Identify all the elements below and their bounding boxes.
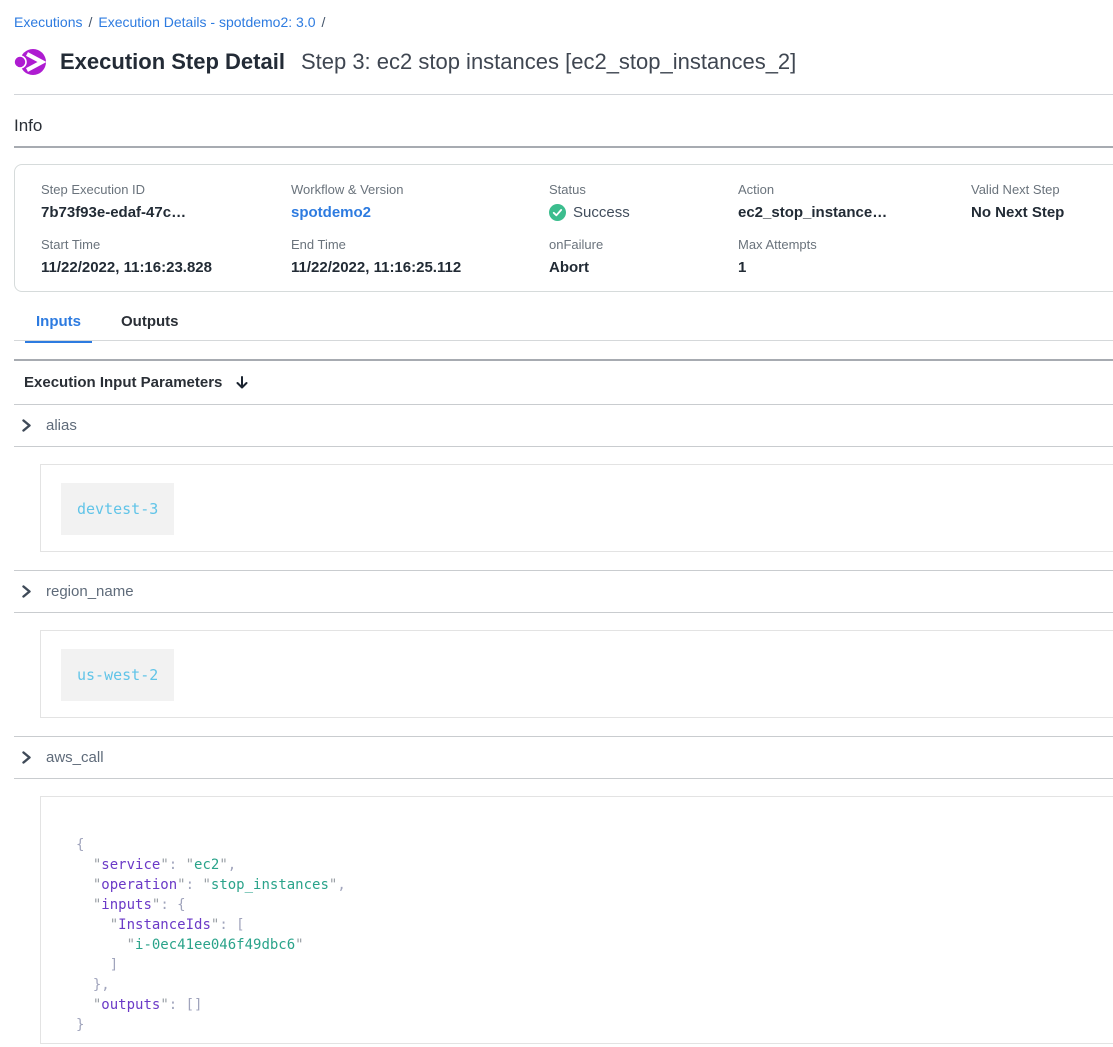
breadcrumb-separator: / <box>88 14 92 30</box>
param-value-box-alias: devtest-3 <box>40 464 1113 552</box>
field-value: 11/22/2022, 11:16:25.112 <box>291 259 549 276</box>
code-line: { <box>76 835 1113 855</box>
field-label: End Time <box>291 237 549 252</box>
tab-bar: Inputs Outputs <box>25 313 1113 341</box>
info-section-title: Info <box>0 116 1113 136</box>
page-subtitle: Step 3: ec2 stop instances [ec2_stop_ins… <box>301 49 796 75</box>
params-divider <box>14 446 1113 447</box>
param-value-box-region-name: us-west-2 <box>40 630 1113 718</box>
code-line: "InstanceIds": [ <box>76 915 1113 935</box>
field-label: Workflow & Version <box>291 182 549 197</box>
field-value: 11/22/2022, 11:16:23.828 <box>41 259 291 276</box>
breadcrumb-link-execution-details[interactable]: Execution Details - spotdemo2: 3.0 <box>98 14 315 30</box>
download-arrow-icon[interactable] <box>234 375 250 391</box>
status-badge: Success <box>549 204 738 221</box>
breadcrumb-separator: / <box>322 14 326 30</box>
code-line: "inputs": { <box>76 895 1113 915</box>
field-value: Abort <box>549 259 738 276</box>
info-card: Step Execution ID 7b73f93e-edaf-47c… Wor… <box>14 164 1113 292</box>
breadcrumb: Executions / Execution Details - spotdemo2… <box>0 14 1113 30</box>
code-line: "i-0ec41ee046f49dbc6" <box>76 935 1113 955</box>
field-end-time: End Time 11/22/2022, 11:16:25.112 <box>291 237 549 276</box>
code-line: }, <box>76 975 1113 995</box>
tab-bar-baseline <box>14 340 1113 341</box>
chevron-right-icon <box>20 585 33 598</box>
param-name: alias <box>46 417 77 434</box>
field-label: onFailure <box>549 237 738 252</box>
field-label: Status <box>549 182 738 197</box>
param-name: aws_call <box>46 749 104 766</box>
params-divider <box>14 778 1113 779</box>
field-step-execution-id: Step Execution ID 7b73f93e-edaf-47c… <box>41 182 291 221</box>
page-header: Execution Step Detail Step 3: ec2 stop i… <box>0 47 1113 77</box>
field-label: Valid Next Step <box>971 182 1113 197</box>
params-divider <box>14 612 1113 613</box>
field-workflow-version: Workflow & Version spotdemo2 <box>291 182 549 221</box>
workflow-link[interactable]: spotdemo2 <box>291 204 549 221</box>
code-line: "outputs": [] <box>76 995 1113 1015</box>
param-row-aws-call[interactable]: aws_call <box>0 737 1113 778</box>
param-row-region-name[interactable]: region_name <box>0 571 1113 612</box>
code-line: } <box>76 1015 1113 1035</box>
execution-input-parameters-header: Execution Input Parameters <box>0 361 1113 404</box>
field-action: Action ec2_stop_instance… <box>738 182 971 221</box>
breadcrumb-link-executions[interactable]: Executions <box>14 14 82 30</box>
field-start-time: Start Time 11/22/2022, 11:16:23.828 <box>41 237 291 276</box>
field-value: ec2_stop_instance… <box>738 204 971 221</box>
field-value: 7b73f93e-edaf-47c… <box>41 204 291 221</box>
code-line: ] <box>76 955 1113 975</box>
field-status: Status Success <box>549 182 738 221</box>
tab-inputs[interactable]: Inputs <box>25 313 92 343</box>
aws-call-code-block: { "service": "ec2", "operation": "stop_i… <box>40 796 1113 1044</box>
page-title: Execution Step Detail <box>60 49 285 75</box>
param-value-chip[interactable]: devtest-3 <box>61 483 174 535</box>
param-name: region_name <box>46 583 134 600</box>
field-label: Start Time <box>41 237 291 252</box>
field-onfailure: onFailure Abort <box>549 237 738 276</box>
success-check-icon <box>549 204 566 221</box>
workflow-logo-icon <box>14 47 46 77</box>
chevron-right-icon <box>20 419 33 432</box>
field-value: No Next Step <box>971 204 1113 221</box>
field-label: Step Execution ID <box>41 182 291 197</box>
field-label: Action <box>738 182 971 197</box>
field-max-attempts: Max Attempts 1 <box>738 237 971 276</box>
header-divider <box>14 94 1113 95</box>
info-section-divider <box>14 146 1113 148</box>
field-value: 1 <box>738 259 971 276</box>
status-text: Success <box>573 204 630 221</box>
field-label: Max Attempts <box>738 237 971 252</box>
code-line: "service": "ec2", <box>76 855 1113 875</box>
field-valid-next-step: Valid Next Step No Next Step <box>971 182 1113 221</box>
code-line: "operation": "stop_instances", <box>76 875 1113 895</box>
param-value-chip[interactable]: us-west-2 <box>61 649 174 701</box>
chevron-right-icon <box>20 751 33 764</box>
param-row-alias[interactable]: alias <box>0 405 1113 446</box>
execution-step-detail-page: Executions / Execution Details - spotdemo2… <box>0 0 1113 1044</box>
execution-input-parameters-title: Execution Input Parameters <box>24 374 222 391</box>
tab-outputs[interactable]: Outputs <box>110 313 190 341</box>
